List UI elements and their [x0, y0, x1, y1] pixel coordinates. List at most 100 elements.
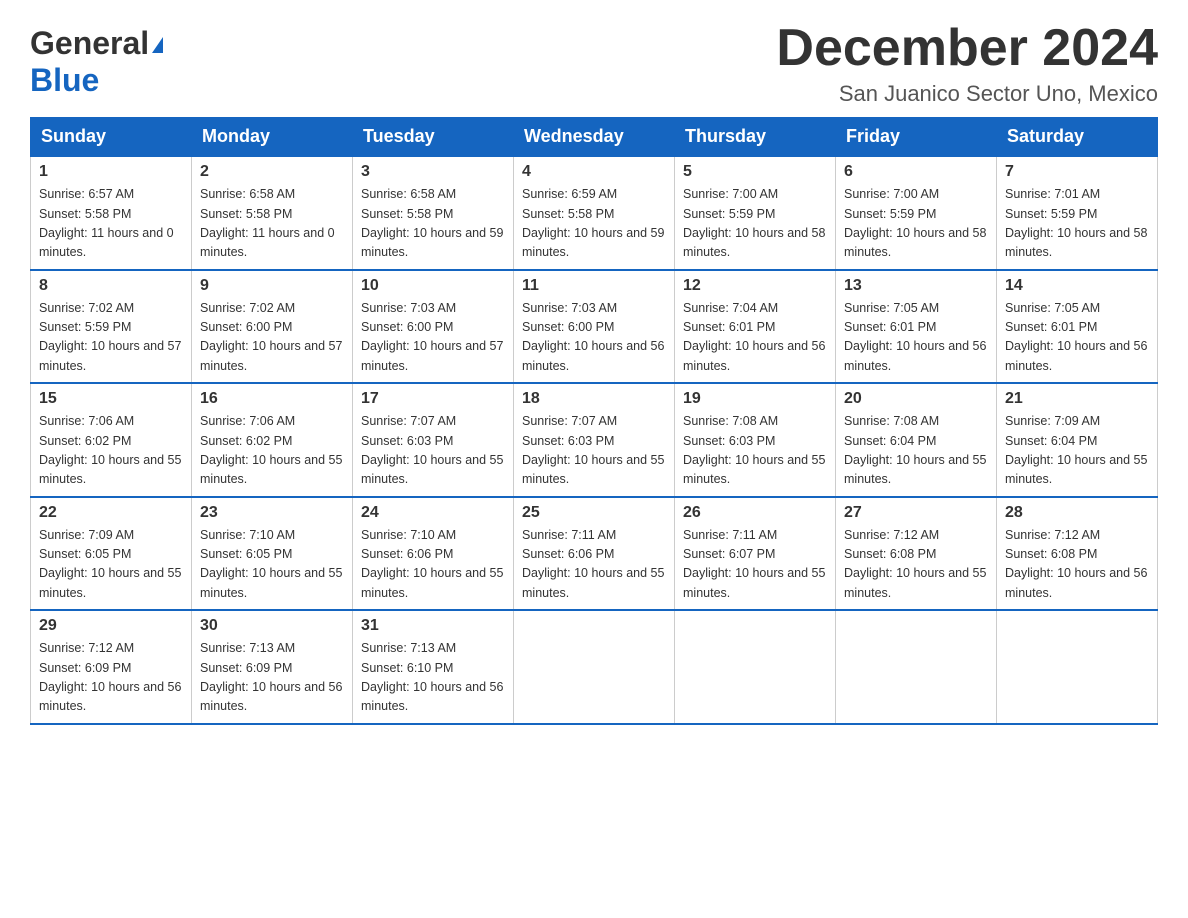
day-number: 27: [844, 504, 988, 522]
day-number: 13: [844, 277, 988, 295]
day-info: Sunrise: 7:01 AMSunset: 5:59 PMDaylight:…: [1005, 185, 1149, 263]
calendar-cell: [514, 610, 675, 724]
page-header: General Blue December 2024 San Juanico S…: [30, 20, 1158, 107]
calendar-cell: [836, 610, 997, 724]
day-info: Sunrise: 7:11 AMSunset: 6:06 PMDaylight:…: [522, 526, 666, 604]
day-number: 24: [361, 504, 505, 522]
day-number: 4: [522, 163, 666, 181]
day-number: 16: [200, 390, 344, 408]
calendar-cell: 16 Sunrise: 7:06 AMSunset: 6:02 PMDaylig…: [192, 383, 353, 497]
header-wednesday: Wednesday: [514, 118, 675, 157]
calendar-header-row: SundayMondayTuesdayWednesdayThursdayFrid…: [31, 118, 1158, 157]
day-info: Sunrise: 6:57 AMSunset: 5:58 PMDaylight:…: [39, 185, 183, 263]
calendar-week-row: 1 Sunrise: 6:57 AMSunset: 5:58 PMDayligh…: [31, 156, 1158, 270]
day-number: 30: [200, 617, 344, 635]
day-info: Sunrise: 7:11 AMSunset: 6:07 PMDaylight:…: [683, 526, 827, 604]
day-info: Sunrise: 7:10 AMSunset: 6:06 PMDaylight:…: [361, 526, 505, 604]
calendar-cell: 8 Sunrise: 7:02 AMSunset: 5:59 PMDayligh…: [31, 270, 192, 384]
day-info: Sunrise: 7:06 AMSunset: 6:02 PMDaylight:…: [200, 412, 344, 490]
day-number: 15: [39, 390, 183, 408]
calendar-week-row: 15 Sunrise: 7:06 AMSunset: 6:02 PMDaylig…: [31, 383, 1158, 497]
calendar-cell: 23 Sunrise: 7:10 AMSunset: 6:05 PMDaylig…: [192, 497, 353, 611]
day-number: 5: [683, 163, 827, 181]
day-info: Sunrise: 7:03 AMSunset: 6:00 PMDaylight:…: [522, 299, 666, 377]
calendar-cell: 2 Sunrise: 6:58 AMSunset: 5:58 PMDayligh…: [192, 156, 353, 270]
day-info: Sunrise: 7:05 AMSunset: 6:01 PMDaylight:…: [1005, 299, 1149, 377]
day-number: 31: [361, 617, 505, 635]
day-number: 25: [522, 504, 666, 522]
day-info: Sunrise: 7:00 AMSunset: 5:59 PMDaylight:…: [844, 185, 988, 263]
day-info: Sunrise: 7:12 AMSunset: 6:08 PMDaylight:…: [844, 526, 988, 604]
day-number: 11: [522, 277, 666, 295]
day-number: 23: [200, 504, 344, 522]
calendar-cell: 17 Sunrise: 7:07 AMSunset: 6:03 PMDaylig…: [353, 383, 514, 497]
calendar-week-row: 8 Sunrise: 7:02 AMSunset: 5:59 PMDayligh…: [31, 270, 1158, 384]
day-info: Sunrise: 7:04 AMSunset: 6:01 PMDaylight:…: [683, 299, 827, 377]
calendar-cell: 27 Sunrise: 7:12 AMSunset: 6:08 PMDaylig…: [836, 497, 997, 611]
calendar-cell: 7 Sunrise: 7:01 AMSunset: 5:59 PMDayligh…: [997, 156, 1158, 270]
day-number: 29: [39, 617, 183, 635]
calendar-cell: 10 Sunrise: 7:03 AMSunset: 6:00 PMDaylig…: [353, 270, 514, 384]
header-tuesday: Tuesday: [353, 118, 514, 157]
day-info: Sunrise: 7:08 AMSunset: 6:04 PMDaylight:…: [844, 412, 988, 490]
calendar-cell: 28 Sunrise: 7:12 AMSunset: 6:08 PMDaylig…: [997, 497, 1158, 611]
header-thursday: Thursday: [675, 118, 836, 157]
logo: General Blue: [30, 20, 163, 99]
logo-triangle-icon: [152, 37, 163, 53]
day-info: Sunrise: 7:12 AMSunset: 6:08 PMDaylight:…: [1005, 526, 1149, 604]
calendar-cell: 20 Sunrise: 7:08 AMSunset: 6:04 PMDaylig…: [836, 383, 997, 497]
calendar-cell: 13 Sunrise: 7:05 AMSunset: 6:01 PMDaylig…: [836, 270, 997, 384]
title-section: December 2024 San Juanico Sector Uno, Me…: [776, 20, 1158, 107]
calendar-cell: 22 Sunrise: 7:09 AMSunset: 6:05 PMDaylig…: [31, 497, 192, 611]
calendar-cell: 1 Sunrise: 6:57 AMSunset: 5:58 PMDayligh…: [31, 156, 192, 270]
day-info: Sunrise: 6:59 AMSunset: 5:58 PMDaylight:…: [522, 185, 666, 263]
day-info: Sunrise: 7:03 AMSunset: 6:00 PMDaylight:…: [361, 299, 505, 377]
calendar-cell: 9 Sunrise: 7:02 AMSunset: 6:00 PMDayligh…: [192, 270, 353, 384]
calendar-cell: 21 Sunrise: 7:09 AMSunset: 6:04 PMDaylig…: [997, 383, 1158, 497]
day-number: 9: [200, 277, 344, 295]
day-number: 28: [1005, 504, 1149, 522]
calendar-cell: 12 Sunrise: 7:04 AMSunset: 6:01 PMDaylig…: [675, 270, 836, 384]
day-number: 18: [522, 390, 666, 408]
calendar-cell: 14 Sunrise: 7:05 AMSunset: 6:01 PMDaylig…: [997, 270, 1158, 384]
month-title: December 2024: [776, 20, 1158, 77]
calendar-cell: 3 Sunrise: 6:58 AMSunset: 5:58 PMDayligh…: [353, 156, 514, 270]
calendar-cell: 6 Sunrise: 7:00 AMSunset: 5:59 PMDayligh…: [836, 156, 997, 270]
location-title: San Juanico Sector Uno, Mexico: [776, 81, 1158, 107]
day-info: Sunrise: 7:10 AMSunset: 6:05 PMDaylight:…: [200, 526, 344, 604]
day-info: Sunrise: 7:12 AMSunset: 6:09 PMDaylight:…: [39, 639, 183, 717]
day-info: Sunrise: 7:13 AMSunset: 6:10 PMDaylight:…: [361, 639, 505, 717]
calendar-cell: 15 Sunrise: 7:06 AMSunset: 6:02 PMDaylig…: [31, 383, 192, 497]
calendar-cell: 29 Sunrise: 7:12 AMSunset: 6:09 PMDaylig…: [31, 610, 192, 724]
day-info: Sunrise: 7:00 AMSunset: 5:59 PMDaylight:…: [683, 185, 827, 263]
calendar-cell: 5 Sunrise: 7:00 AMSunset: 5:59 PMDayligh…: [675, 156, 836, 270]
calendar-cell: 26 Sunrise: 7:11 AMSunset: 6:07 PMDaylig…: [675, 497, 836, 611]
day-number: 12: [683, 277, 827, 295]
day-info: Sunrise: 7:08 AMSunset: 6:03 PMDaylight:…: [683, 412, 827, 490]
day-info: Sunrise: 7:05 AMSunset: 6:01 PMDaylight:…: [844, 299, 988, 377]
calendar-cell: 30 Sunrise: 7:13 AMSunset: 6:09 PMDaylig…: [192, 610, 353, 724]
day-info: Sunrise: 6:58 AMSunset: 5:58 PMDaylight:…: [200, 185, 344, 263]
calendar-cell: 18 Sunrise: 7:07 AMSunset: 6:03 PMDaylig…: [514, 383, 675, 497]
day-info: Sunrise: 7:02 AMSunset: 6:00 PMDaylight:…: [200, 299, 344, 377]
day-number: 7: [1005, 163, 1149, 181]
day-info: Sunrise: 7:07 AMSunset: 6:03 PMDaylight:…: [361, 412, 505, 490]
header-sunday: Sunday: [31, 118, 192, 157]
logo-general: General: [30, 25, 149, 62]
day-number: 1: [39, 163, 183, 181]
calendar-cell: 31 Sunrise: 7:13 AMSunset: 6:10 PMDaylig…: [353, 610, 514, 724]
calendar-cell: 4 Sunrise: 6:59 AMSunset: 5:58 PMDayligh…: [514, 156, 675, 270]
day-number: 3: [361, 163, 505, 181]
day-info: Sunrise: 7:06 AMSunset: 6:02 PMDaylight:…: [39, 412, 183, 490]
day-number: 17: [361, 390, 505, 408]
calendar-week-row: 29 Sunrise: 7:12 AMSunset: 6:09 PMDaylig…: [31, 610, 1158, 724]
calendar-cell: [675, 610, 836, 724]
day-number: 22: [39, 504, 183, 522]
day-info: Sunrise: 7:07 AMSunset: 6:03 PMDaylight:…: [522, 412, 666, 490]
day-number: 21: [1005, 390, 1149, 408]
calendar-table: SundayMondayTuesdayWednesdayThursdayFrid…: [30, 117, 1158, 725]
logo-blue: Blue: [30, 62, 99, 99]
day-info: Sunrise: 7:09 AMSunset: 6:04 PMDaylight:…: [1005, 412, 1149, 490]
calendar-cell: 24 Sunrise: 7:10 AMSunset: 6:06 PMDaylig…: [353, 497, 514, 611]
header-saturday: Saturday: [997, 118, 1158, 157]
